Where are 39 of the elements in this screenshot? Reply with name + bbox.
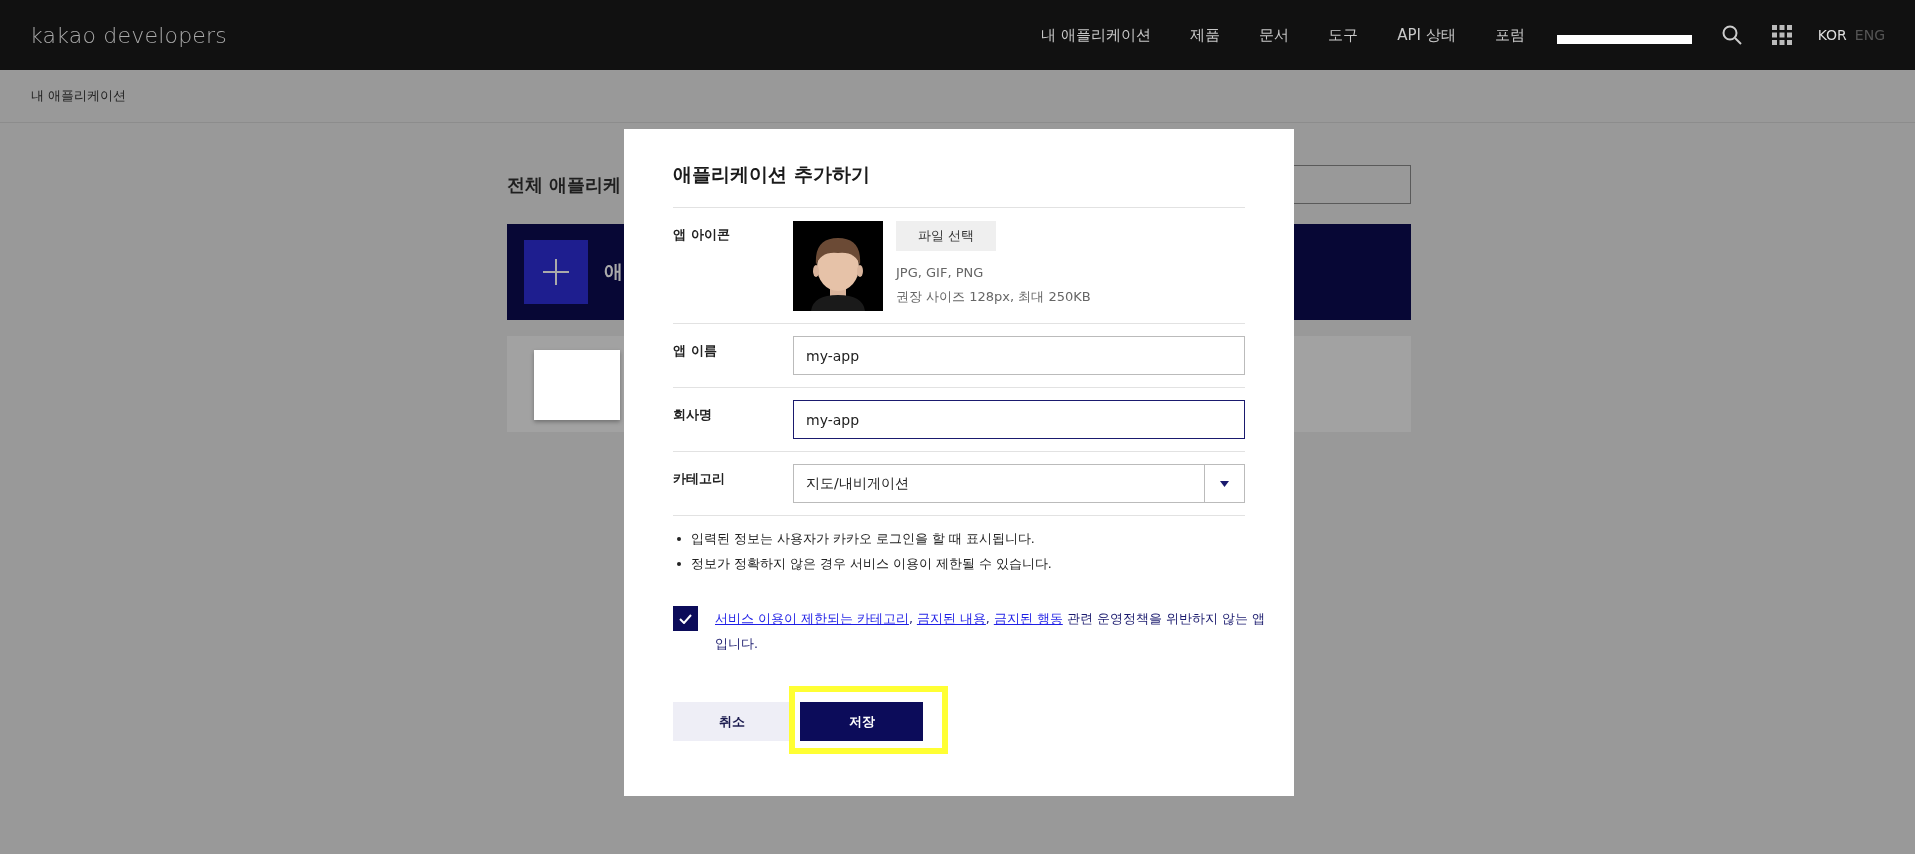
field-label: 앱 아이콘 [673, 226, 731, 244]
nav-link[interactable]: 포럼 [1494, 25, 1525, 45]
text-field[interactable]: my-app [793, 336, 1245, 375]
language-link[interactable]: KOR [1817, 27, 1847, 43]
field-label: 카테고리 [673, 470, 726, 488]
add-tile[interactable] [524, 240, 588, 304]
hint-text: 권장 사이즈 128px, 최대 250KB [896, 288, 1091, 306]
plus-icon [543, 259, 569, 285]
category-dropdown[interactable]: 지도/내비게이션 [793, 464, 1245, 503]
hint-text: JPG, GIF, PNG [896, 264, 985, 282]
logo[interactable]: kakao developers [30, 22, 227, 48]
note-text: 정보가 정확하지 않은 경우 서비스 이용이 제한될 수 있습니다. [691, 555, 1052, 573]
dialog-title: 애플리케이션 추가하기 [673, 162, 871, 187]
search-icon[interactable] [1721, 25, 1742, 45]
dropdown-arrow-icon [1220, 480, 1229, 487]
save-button[interactable]: 저장 [800, 702, 923, 741]
policy-link[interactable]: 금지된 내용 [916, 611, 986, 626]
nav-link[interactable]: 문서 [1259, 25, 1290, 45]
note-text: 입력된 정보는 사용자가 카카오 로그인을 할 때 표시됩니다. [691, 530, 1035, 548]
bullet-icon [677, 537, 681, 541]
nav-link[interactable]: 도구 [1328, 25, 1359, 45]
policy-link[interactable]: 금지된 행동 [993, 611, 1063, 626]
breadcrumb[interactable]: 내 애플리케이션 [31, 87, 127, 105]
nav-link[interactable]: 제품 [1190, 25, 1221, 45]
field-label: 회사명 [673, 406, 713, 424]
apps-grid-icon[interactable] [1771, 25, 1792, 45]
agreement-checkbox[interactable] [673, 606, 698, 631]
nav-link[interactable]: 내 애플리케이션 [1041, 25, 1152, 45]
check-icon [679, 613, 692, 624]
page-title: 전체 애플리케 [507, 172, 622, 197]
bullet-icon [677, 562, 681, 566]
text-field[interactable]: my-app [793, 400, 1245, 439]
policy-link[interactable]: 서비스 이용이 제한되는 카테고리 [715, 611, 909, 626]
cancel-button[interactable]: 취소 [673, 702, 790, 741]
file-select-button[interactable]: 파일 선택 [896, 221, 996, 251]
nav-link[interactable]: API 상태 [1397, 25, 1456, 45]
field-label: 앱 이름 [673, 342, 718, 360]
banner-text: 애 [604, 259, 623, 284]
agreement-text: 서비스 이용이 제한되는 카테고리, 금지된 내용, 금지된 행동 관련 운영정책을 위반하지 않는 앱입니다. [715, 610, 1266, 653]
